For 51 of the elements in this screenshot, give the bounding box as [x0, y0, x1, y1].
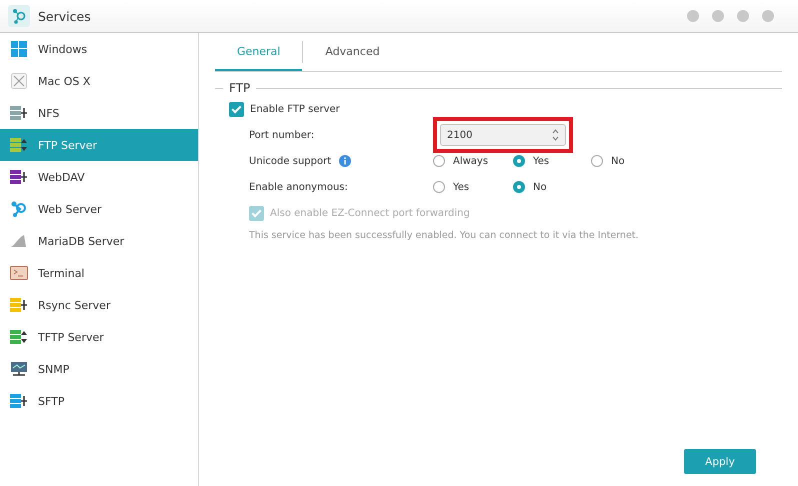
tab[interactable]: Advanced [303, 33, 402, 71]
server-icon [10, 329, 28, 345]
radio-button[interactable] [433, 181, 445, 193]
field-label: Unicode support [249, 156, 332, 166]
sidebar-item[interactable]: Mac OS X [0, 65, 198, 97]
radio-option[interactable]: Yes [433, 181, 513, 193]
server-icon [10, 393, 28, 409]
radio-option[interactable]: No [591, 155, 651, 167]
window-control[interactable] [712, 10, 724, 22]
server-icon [10, 137, 28, 153]
window-control[interactable] [762, 10, 774, 22]
spinner-icon[interactable] [552, 128, 559, 142]
windows-icon [11, 41, 27, 57]
server-icon [10, 169, 28, 185]
fin-icon [10, 234, 28, 248]
window-control[interactable] [737, 10, 749, 22]
sidebar-item[interactable]: WebDAV [0, 161, 198, 193]
sidebar-item[interactable]: TFTP Server [0, 321, 198, 353]
field-label: Port number: [249, 130, 314, 140]
cross-icon [11, 73, 27, 89]
sidebar-item[interactable]: MariaDB Server [0, 225, 198, 257]
sidebar-item[interactable]: NFS [0, 97, 198, 129]
radio-button[interactable] [513, 181, 525, 193]
section-title: FTP [229, 81, 250, 95]
status-message: This service has been successfully enabled. You can connect to it via the Internet. [248, 230, 640, 241]
server-icon [10, 105, 28, 121]
port-field[interactable]: 2100 [440, 124, 566, 146]
checkbox[interactable] [229, 102, 244, 116]
radio-button[interactable] [433, 155, 445, 167]
field-label: Enable anonymous: [249, 182, 348, 192]
window-control[interactable] [687, 10, 699, 22]
monitor-icon [10, 361, 28, 377]
sidebar-item[interactable]: Terminal [0, 257, 198, 289]
info-icon[interactable] [339, 155, 352, 167]
radio-option[interactable]: No [513, 181, 591, 193]
sidebar-item[interactable]: SNMP [0, 353, 198, 385]
sidebar-item[interactable]: SFTP [0, 385, 198, 417]
server-icon [10, 297, 28, 313]
sidebar-item[interactable]: Windows [0, 33, 198, 65]
checkbox-label: Also enable EZ-Connect port forwarding [270, 208, 470, 218]
checkbox-label: Enable FTP server [250, 104, 340, 114]
radio-option[interactable]: Yes [513, 155, 591, 167]
radio-button[interactable] [591, 155, 603, 167]
radio-button[interactable] [513, 155, 525, 167]
app-icon [8, 5, 30, 27]
radio-option[interactable]: Always [433, 155, 513, 167]
nodes-icon [11, 201, 27, 217]
window-title: Services [38, 8, 92, 24]
terminal-icon [10, 266, 28, 280]
sidebar-item[interactable]: Rsync Server [0, 289, 198, 321]
sidebar-item[interactable]: Web Server [0, 193, 198, 225]
